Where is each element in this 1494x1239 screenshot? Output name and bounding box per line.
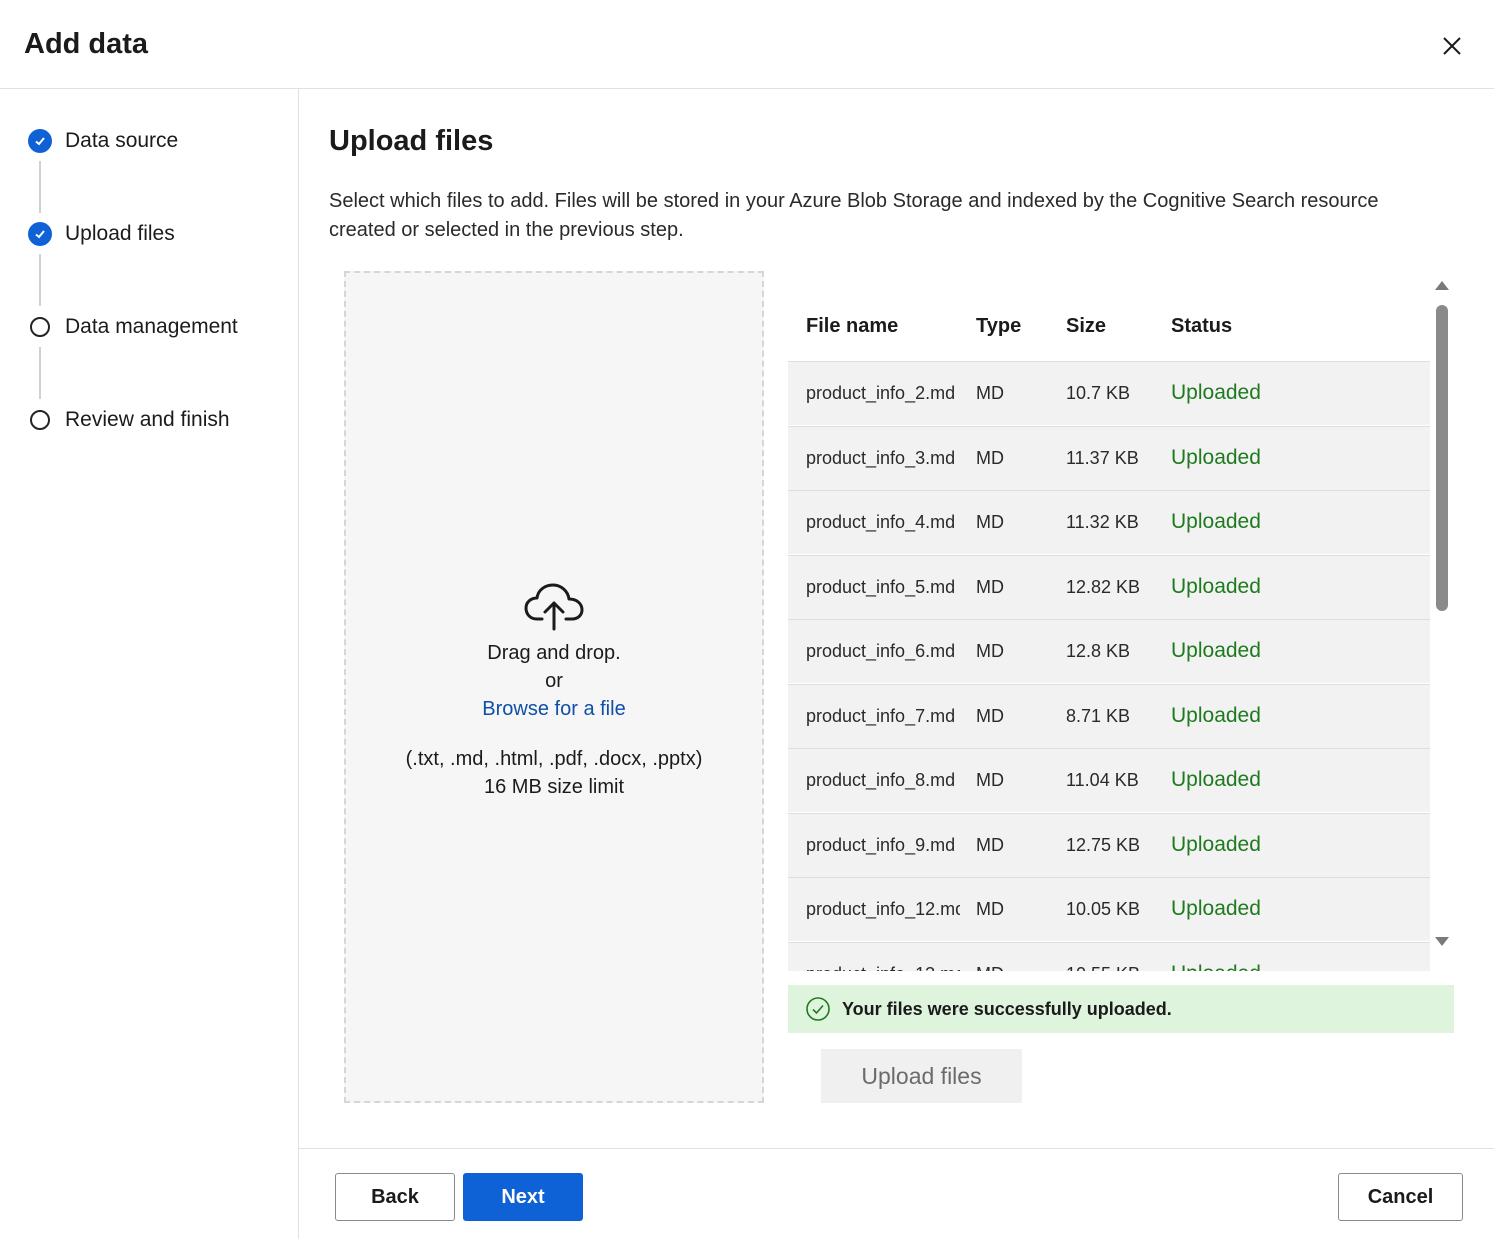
column-header-status[interactable]: Status <box>1171 315 1232 338</box>
step-label: Data source <box>65 129 179 152</box>
checkmark-circle-icon <box>806 997 830 1021</box>
next-button[interactable]: Next <box>463 1173 583 1221</box>
file-name-cell: product_info_5.md <box>806 576 956 597</box>
step-connector <box>39 254 41 306</box>
file-type-cell: MD <box>976 834 1004 855</box>
file-type-cell: MD <box>976 899 1004 919</box>
step-label: Upload files <box>65 222 175 245</box>
cancel-button[interactable]: Cancel <box>1338 1173 1463 1221</box>
table-row[interactable]: product_info_9.md MD 12.75 KB Uploaded <box>788 812 1430 877</box>
table-row[interactable]: product_info_13.md MD 10.55 KB Uploaded <box>788 941 1430 972</box>
dialog-title: Add data <box>24 28 149 60</box>
upload-status-cell: Uploaded <box>1171 510 1261 533</box>
success-message-bar: Your files were successfully uploaded. <box>788 985 1454 1033</box>
file-type-cell: MD <box>976 447 1004 468</box>
file-size-cell: 12.75 KB <box>1066 834 1141 855</box>
file-size-cell: 11.04 KB <box>1066 770 1139 790</box>
file-name-cell: product_info_2.md <box>806 383 956 403</box>
or-text: or <box>545 670 563 692</box>
step-data-source[interactable]: Data source <box>28 127 178 155</box>
checkmark-icon <box>28 222 52 246</box>
upload-status-cell: Uploaded <box>1171 381 1261 404</box>
scrollbar-thumb[interactable] <box>1436 305 1448 611</box>
file-name-cell: product_info_4.md <box>806 512 956 532</box>
empty-circle-icon <box>30 317 50 337</box>
file-type-cell: MD <box>976 770 1004 790</box>
file-type-cell: MD <box>976 576 1004 597</box>
file-size-cell: 8.71 KB <box>1066 705 1131 726</box>
file-size-cell: 11.37 KB <box>1066 447 1139 468</box>
wizard-steps: Data source Upload files Data management… <box>0 89 299 1239</box>
step-data-management[interactable]: Data management <box>28 313 238 341</box>
step-connector <box>39 161 41 213</box>
upload-status-cell: Uploaded <box>1171 639 1261 662</box>
step-connector <box>39 347 41 399</box>
dialog-header: Add data <box>0 0 1494 89</box>
file-name-cell: product_info_13.md <box>806 964 960 972</box>
success-message: Your files were successfully uploaded. <box>842 998 1172 1019</box>
checkmark-icon <box>28 129 52 153</box>
table-header: File name Type Size Status <box>788 301 1430 361</box>
main-panel: Upload files Select which files to add. … <box>299 89 1494 1149</box>
upload-status-cell: Uploaded <box>1171 768 1261 791</box>
step-upload-files[interactable]: Upload files <box>28 220 175 248</box>
page-title: Upload files <box>329 125 494 157</box>
file-name-cell: product_info_9.md <box>806 834 956 855</box>
empty-circle-icon <box>30 410 50 430</box>
file-size-cell: 10.05 KB <box>1066 899 1141 919</box>
allowed-formats: (.txt, .md, .html, .pdf, .docx, .pptx) <box>405 748 703 770</box>
file-size-cell: 12.8 KB <box>1066 641 1131 661</box>
step-review-and-finish[interactable]: Review and finish <box>28 406 230 434</box>
close-icon <box>1443 37 1461 55</box>
file-type-cell: MD <box>976 705 1004 726</box>
files-table: File name Type Size Status product_info_… <box>788 271 1454 971</box>
file-name-cell: product_info_12.md <box>806 899 960 919</box>
close-button[interactable] <box>1436 30 1468 62</box>
step-label: Data management <box>65 315 238 338</box>
table-row[interactable]: product_info_5.md MD 12.82 KB Uploaded <box>788 554 1430 619</box>
page-description: Select which files to add. Files will be… <box>329 190 1379 241</box>
file-name-cell: product_info_6.md <box>806 641 956 661</box>
scroll-up-arrow-icon[interactable] <box>1435 281 1449 290</box>
drag-drop-text: Drag and drop. <box>487 642 621 664</box>
upload-status-cell: Uploaded <box>1171 445 1261 469</box>
file-size-cell: 10.7 KB <box>1066 383 1131 403</box>
table-row[interactable]: product_info_4.md MD 11.32 KB Uploaded <box>788 490 1430 554</box>
file-size-cell: 12.82 KB <box>1066 576 1141 597</box>
file-dropzone[interactable]: Drag and drop. or Browse for a file (.tx… <box>344 271 764 1103</box>
upload-status-cell: Uploaded <box>1171 897 1261 920</box>
upload-status-cell: Uploaded <box>1171 832 1261 856</box>
back-button[interactable]: Back <box>335 1173 455 1221</box>
size-limit: 16 MB size limit <box>483 776 625 798</box>
file-type-cell: MD <box>976 512 1004 532</box>
table-row[interactable]: product_info_8.md MD 11.04 KB Uploaded <box>788 748 1430 812</box>
upload-status-cell: Uploaded <box>1171 962 1261 972</box>
dialog-footer: Back Next Cancel <box>299 1148 1494 1239</box>
upload-status-cell: Uploaded <box>1171 703 1261 727</box>
cloud-upload-icon <box>524 583 584 631</box>
table-row[interactable]: product_info_12.md MD 10.05 KB Uploaded <box>788 877 1430 941</box>
upload-files-button[interactable]: Upload files <box>821 1049 1022 1103</box>
file-name-cell: product_info_7.md <box>806 705 956 726</box>
file-type-cell: MD <box>976 641 1004 661</box>
file-size-cell: 10.55 KB <box>1066 964 1140 972</box>
column-header-size[interactable]: Size <box>1066 315 1106 338</box>
file-size-cell: 11.32 KB <box>1066 512 1139 532</box>
column-header-file-name[interactable]: File name <box>806 315 898 338</box>
file-type-cell: MD <box>976 964 1004 972</box>
step-label: Review and finish <box>65 408 230 431</box>
scroll-down-arrow-icon[interactable] <box>1435 937 1449 946</box>
table-scrollbar[interactable] <box>1432 279 1450 959</box>
file-name-cell: product_info_8.md <box>806 770 956 790</box>
browse-file-link[interactable]: Browse for a file <box>346 695 762 723</box>
upload-status-cell: Uploaded <box>1171 574 1261 598</box>
file-name-cell: product_info_3.md <box>806 447 956 468</box>
table-row[interactable]: product_info_6.md MD 12.8 KB Uploaded <box>788 619 1430 683</box>
column-header-type[interactable]: Type <box>976 315 1021 338</box>
table-row[interactable]: product_info_3.md MD 11.37 KB Uploaded <box>788 425 1430 490</box>
table-row[interactable]: product_info_7.md MD 8.71 KB Uploaded <box>788 683 1430 748</box>
file-type-cell: MD <box>976 383 1004 403</box>
table-row[interactable]: product_info_2.md MD 10.7 KB Uploaded <box>788 361 1430 425</box>
